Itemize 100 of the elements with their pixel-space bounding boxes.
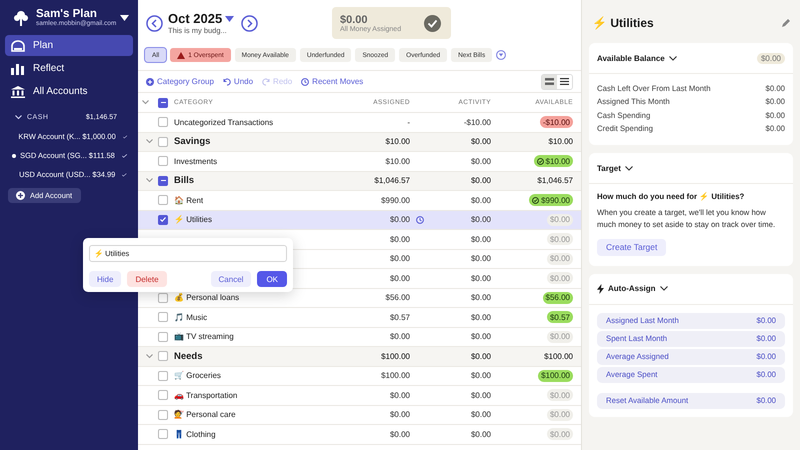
category-row[interactable]: 💇 Personal care $0.00 $0.00 $0.00 bbox=[138, 406, 581, 425]
toolbar-button[interactable]: Category Group bbox=[146, 77, 214, 86]
nav-item[interactable]: Plan bbox=[5, 35, 133, 56]
category-row[interactable]: 🚗 Transportation $0.00 $0.00 $0.00 bbox=[138, 386, 581, 406]
activity-amount[interactable]: -$10.00 bbox=[429, 118, 491, 127]
category-name[interactable]: 🏠 Rent bbox=[174, 196, 204, 205]
activity-amount[interactable]: $0.00 bbox=[429, 293, 491, 302]
category-name[interactable]: 🛒 Groceries bbox=[174, 371, 221, 380]
view-toggle[interactable] bbox=[557, 74, 572, 88]
checkbox[interactable] bbox=[158, 98, 168, 108]
assigned-amount[interactable]: $0.00 bbox=[320, 215, 410, 224]
assigned-amount[interactable]: $56.00 bbox=[320, 293, 410, 302]
assigned-amount[interactable]: $100.00 bbox=[320, 352, 410, 361]
assigned-amount[interactable]: $1,046.57 bbox=[320, 176, 410, 186]
category-name[interactable]: 🚗 Transportation bbox=[174, 390, 238, 400]
category-name[interactable]: Uncategorized Transactions bbox=[174, 118, 274, 127]
available-badge[interactable]: -$10.00 bbox=[540, 116, 573, 128]
activity-amount[interactable]: $0.00 bbox=[429, 156, 491, 166]
assigned-amount[interactable]: $0.00 bbox=[320, 274, 410, 283]
activity-amount[interactable]: $0.00 bbox=[429, 215, 491, 224]
clock-icon[interactable] bbox=[416, 216, 424, 224]
assigned-amount[interactable]: $0.00 bbox=[320, 410, 410, 420]
group-row[interactable]: Bills $1,046.57 $0.00 $1,046.57 bbox=[138, 172, 581, 191]
available-badge[interactable]: $10.00 bbox=[534, 155, 573, 168]
previous-month-icon[interactable] bbox=[146, 14, 163, 32]
category-name[interactable]: 💰 Personal loans bbox=[174, 293, 240, 302]
create-target-button[interactable]: Create Target bbox=[597, 238, 666, 256]
next-month-icon[interactable] bbox=[241, 14, 258, 32]
activity-amount[interactable]: $0.00 bbox=[429, 176, 491, 186]
checkbox[interactable] bbox=[158, 156, 168, 166]
category-row[interactable]: 🛒 Groceries $100.00 $0.00 $100.00 bbox=[138, 366, 581, 386]
caret-icon[interactable] bbox=[120, 14, 129, 20]
filter-icon[interactable] bbox=[496, 50, 506, 60]
pencil-icon[interactable] bbox=[781, 18, 790, 28]
activity-amount[interactable]: $0.00 bbox=[429, 410, 491, 420]
activity-amount[interactable]: $0.00 bbox=[429, 196, 491, 205]
category-name[interactable]: Investments bbox=[174, 156, 218, 166]
assigned-amount[interactable]: $0.00 bbox=[320, 390, 410, 400]
delete-button[interactable]: Delete bbox=[127, 271, 167, 287]
checkbox[interactable] bbox=[158, 429, 168, 440]
checkbox[interactable] bbox=[158, 332, 168, 342]
month-title[interactable]: Oct 2025 bbox=[168, 11, 222, 26]
view-toggle[interactable] bbox=[542, 74, 557, 88]
activity-amount[interactable]: $0.00 bbox=[429, 332, 491, 342]
ok-button[interactable]: OK bbox=[257, 271, 287, 287]
checkbox[interactable] bbox=[158, 410, 168, 420]
assigned-amount[interactable]: - bbox=[320, 118, 410, 127]
nav-item[interactable]: Reflect bbox=[5, 58, 133, 79]
activity-amount[interactable]: $0.00 bbox=[429, 390, 491, 400]
popover-button[interactable]: Cancel bbox=[210, 271, 252, 287]
chevron-icon[interactable] bbox=[624, 166, 633, 171]
card-title[interactable]: Target bbox=[597, 164, 621, 173]
category-name[interactable]: 💇 Personal care bbox=[174, 410, 236, 420]
checkbox[interactable] bbox=[158, 176, 168, 186]
checkbox[interactable] bbox=[158, 292, 168, 303]
category-name[interactable]: 🎵 Music bbox=[174, 312, 208, 322]
assigned-amount[interactable]: $0.00 bbox=[320, 332, 410, 342]
assigned-amount[interactable]: $0.00 bbox=[320, 254, 410, 264]
category-name[interactable]: Bills bbox=[174, 175, 194, 186]
activity-amount[interactable]: $0.00 bbox=[429, 234, 491, 244]
toolbar-button[interactable]: Recent Moves bbox=[301, 77, 364, 86]
activity-amount[interactable]: $0.00 bbox=[429, 352, 491, 361]
available-badge[interactable]: $0.57 bbox=[546, 311, 573, 324]
category-name[interactable]: 👖 Clothing bbox=[174, 430, 216, 439]
assigned-amount[interactable]: $0.00 bbox=[320, 234, 410, 244]
checkbox[interactable] bbox=[158, 214, 168, 225]
category-row[interactable]: ⚡ Utilities $0.00 $0.00 $0.00 bbox=[138, 210, 581, 230]
checkbox[interactable] bbox=[158, 370, 168, 381]
category-name[interactable]: Needs bbox=[174, 350, 203, 362]
activity-amount[interactable]: $0.00 bbox=[429, 137, 491, 146]
category-name[interactable]: Savings bbox=[174, 136, 210, 148]
chevron-icon[interactable] bbox=[668, 56, 677, 60]
checkbox[interactable] bbox=[158, 136, 168, 147]
assigned-amount[interactable]: $0.00 bbox=[320, 430, 410, 439]
activity-amount[interactable]: $0.00 bbox=[429, 430, 491, 439]
assigned-amount[interactable]: $990.00 bbox=[320, 196, 410, 205]
activity-amount[interactable]: $0.00 bbox=[429, 254, 491, 264]
activity-amount[interactable]: $0.00 bbox=[429, 371, 491, 380]
category-row[interactable]: 🎵 Music $0.57 $0.00 $0.57 bbox=[138, 308, 581, 328]
checkbox[interactable] bbox=[158, 195, 168, 206]
available-badge[interactable]: $100.00 bbox=[538, 370, 573, 382]
activity-amount[interactable]: $0.00 bbox=[429, 274, 491, 283]
checkbox[interactable] bbox=[158, 390, 168, 400]
activity-amount[interactable]: $0.00 bbox=[429, 312, 491, 322]
card-title[interactable]: Auto-Assign bbox=[608, 284, 656, 294]
assigned-amount[interactable]: $10.00 bbox=[320, 137, 410, 146]
plan-name[interactable]: Sam's Plan bbox=[36, 8, 114, 20]
toolbar-button[interactable]: Undo bbox=[222, 77, 254, 86]
group-row[interactable]: Needs $100.00 $0.00 $100.00 bbox=[138, 347, 581, 366]
assigned-amount[interactable]: $0.57 bbox=[320, 312, 410, 322]
nav-item[interactable]: All Accounts bbox=[5, 81, 133, 102]
assigned-amount[interactable]: $10.00 bbox=[320, 156, 410, 166]
category-name[interactable]: 📺 TV streaming bbox=[174, 332, 234, 342]
card-title[interactable]: Available Balance bbox=[597, 54, 665, 62]
assigned-amount[interactable]: $100.00 bbox=[320, 371, 410, 380]
category-name[interactable]: ⚡ Utilities bbox=[174, 215, 212, 224]
category-row[interactable]: 👖 Clothing $0.00 $0.00 $0.00 bbox=[138, 425, 581, 444]
checkbox[interactable] bbox=[158, 312, 168, 322]
checkbox[interactable] bbox=[158, 351, 168, 362]
available-badge[interactable]: $990.00 bbox=[529, 194, 573, 206]
